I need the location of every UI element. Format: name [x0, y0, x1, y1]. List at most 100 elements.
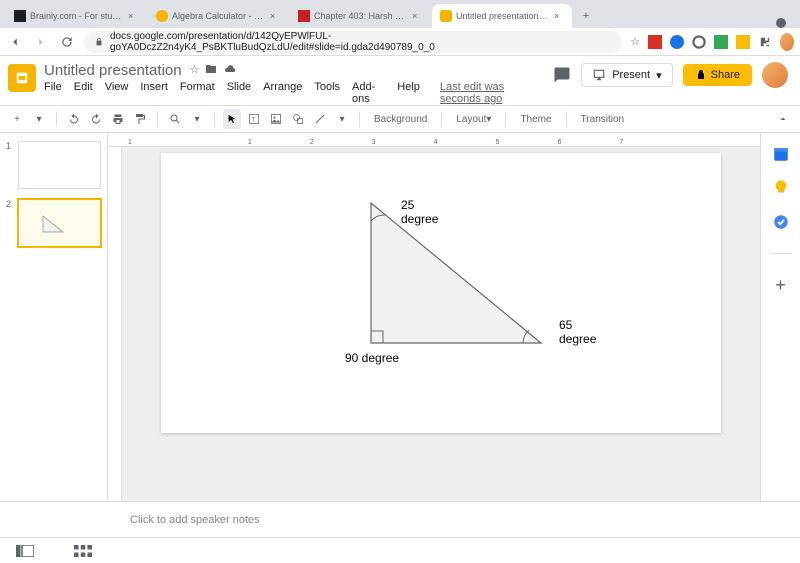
ext-puzzle-icon[interactable]	[758, 35, 772, 49]
add-on-plus-icon[interactable]: +	[772, 276, 790, 294]
slides-logo-icon[interactable]	[8, 64, 36, 92]
background-button[interactable]: Background	[368, 109, 433, 129]
browser-tab[interactable]: Chapter 403: Harsh Penalty! - ×	[290, 4, 430, 28]
browser-tab[interactable]: Brainly.com - For students. By ×	[6, 4, 146, 28]
account-avatar[interactable]	[762, 62, 788, 88]
document-title[interactable]: Untitled presentation	[44, 62, 182, 79]
share-button[interactable]: Share	[683, 64, 752, 86]
tab-title: Chapter 403: Harsh Penalty! -	[314, 11, 408, 21]
redo-button[interactable]	[87, 109, 105, 129]
horizontal-ruler: 1 1 2 3 4 5 6 7	[108, 133, 760, 147]
line-button[interactable]	[311, 109, 329, 129]
menu-tools[interactable]: Tools	[314, 81, 340, 105]
thumbnail-item[interactable]: 1	[6, 141, 101, 189]
thumbnail-panel: 1 2	[0, 133, 108, 501]
menu-file[interactable]: File	[44, 81, 62, 105]
ext-icon[interactable]	[736, 35, 750, 49]
ruler-mark: 5	[496, 139, 500, 146]
theme-button[interactable]: Theme	[514, 109, 557, 129]
zoom-button[interactable]	[166, 109, 184, 129]
new-slide-button[interactable]: +	[8, 109, 26, 129]
close-icon[interactable]: ×	[554, 11, 564, 21]
slide-canvas[interactable]: 25degree 65 degree 90 degree	[161, 153, 721, 433]
thumbnail-slide[interactable]	[18, 141, 101, 189]
menu-addons[interactable]: Add-ons	[352, 81, 385, 105]
thumbnail-number: 2	[6, 199, 14, 247]
slides-body: 1 2 1 1 2 3 4 5 6 7	[0, 133, 800, 501]
thumbnail-item[interactable]: 2	[6, 199, 101, 247]
star-icon[interactable]: ☆	[630, 35, 640, 48]
transition-button[interactable]: Transition	[575, 109, 631, 129]
angle-label-bottom[interactable]: 90 degree	[345, 351, 399, 365]
speaker-notes[interactable]: Click to add speaker notes	[0, 501, 800, 537]
browser-avatar[interactable]	[780, 35, 794, 49]
url-field[interactable]: docs.google.com/presentation/d/142QyEPWl…	[84, 31, 622, 53]
ext-icon[interactable]	[714, 35, 728, 49]
slide-viewport[interactable]: 25degree 65 degree 90 degree	[122, 147, 760, 501]
menu-insert[interactable]: Insert	[140, 81, 168, 105]
angle-label-right[interactable]: 65 degree	[559, 318, 596, 346]
favicon-icon	[298, 10, 310, 22]
browser-tab-active[interactable]: Untitled presentation - Google ×	[432, 4, 572, 28]
present-button[interactable]: Present ▾	[581, 63, 672, 87]
line-dropdown[interactable]: ▾	[333, 109, 351, 129]
tasks-icon[interactable]	[772, 213, 790, 231]
undo-button[interactable]	[65, 109, 83, 129]
menu-format[interactable]: Format	[180, 81, 215, 105]
back-button[interactable]	[6, 33, 24, 51]
favicon-icon	[14, 10, 26, 22]
tab-title: Untitled presentation - Google	[456, 11, 550, 21]
menu-help[interactable]: Help	[397, 81, 420, 105]
grid-view-button[interactable]	[74, 544, 92, 558]
thumbnail-slide-selected[interactable]	[18, 199, 101, 247]
triangle-shape[interactable]: 25degree 65 degree 90 degree	[351, 193, 591, 383]
layout-button[interactable]: Layout ▾	[450, 109, 497, 129]
ruler-mark: 3	[372, 139, 376, 146]
extension-icons	[648, 35, 794, 49]
window-circle-icon[interactable]	[776, 18, 786, 28]
close-icon[interactable]: ×	[128, 11, 138, 21]
favicon-icon	[156, 10, 168, 22]
print-button[interactable]	[109, 109, 127, 129]
ext-icon[interactable]	[692, 35, 706, 49]
new-slide-dropdown[interactable]: ▾	[30, 109, 48, 129]
close-icon[interactable]: ×	[412, 11, 422, 21]
reload-button[interactable]	[58, 33, 76, 51]
ext-icon[interactable]	[670, 35, 684, 49]
footer-bar	[0, 537, 800, 563]
cloud-icon[interactable]	[223, 63, 237, 78]
keep-icon[interactable]	[772, 179, 790, 197]
calendar-icon[interactable]	[772, 145, 790, 163]
speaker-notes-placeholder: Click to add speaker notes	[130, 514, 260, 526]
select-tool-button[interactable]	[223, 109, 241, 129]
layout-label: Layout	[456, 114, 486, 125]
collapse-toolbar-button[interactable]	[774, 109, 792, 129]
paint-format-button[interactable]	[131, 109, 149, 129]
star-icon[interactable]: ☆	[190, 63, 200, 78]
image-button[interactable]	[267, 109, 285, 129]
menu-view[interactable]: View	[105, 81, 129, 105]
ext-icon[interactable]	[648, 35, 662, 49]
menu-arrange[interactable]: Arrange	[263, 81, 302, 105]
menu-edit[interactable]: Edit	[74, 81, 93, 105]
angle-label-top[interactable]: 25degree	[401, 198, 461, 227]
canvas-area: 1 1 2 3 4 5 6 7	[108, 133, 760, 501]
shape-button[interactable]	[289, 109, 307, 129]
tab-title: Algebra Calculator - MathPapa	[172, 11, 266, 21]
menu-slide[interactable]: Slide	[227, 81, 251, 105]
window-minimize-icon[interactable]	[754, 18, 764, 28]
textbox-button[interactable]: T	[245, 109, 263, 129]
menu-bar: File Edit View Insert Format Slide Arran…	[44, 81, 545, 105]
ruler-mark: 1	[248, 139, 252, 146]
forward-button[interactable]	[32, 33, 50, 51]
close-icon[interactable]: ×	[270, 11, 280, 21]
move-icon[interactable]	[205, 63, 217, 78]
browser-tab[interactable]: Algebra Calculator - MathPapa ×	[148, 4, 288, 28]
edit-status[interactable]: Last edit was seconds ago	[440, 81, 545, 105]
new-tab-button[interactable]: +	[574, 4, 598, 28]
url-text: docs.google.com/presentation/d/142QyEPWl…	[110, 31, 612, 53]
filmstrip-view-button[interactable]	[16, 544, 34, 558]
slides-toolbar: + ▾ ▾ T ▾ Background Layout ▾ Theme Tran…	[0, 105, 800, 133]
zoom-dropdown[interactable]: ▾	[188, 109, 206, 129]
comments-icon[interactable]	[553, 66, 571, 84]
